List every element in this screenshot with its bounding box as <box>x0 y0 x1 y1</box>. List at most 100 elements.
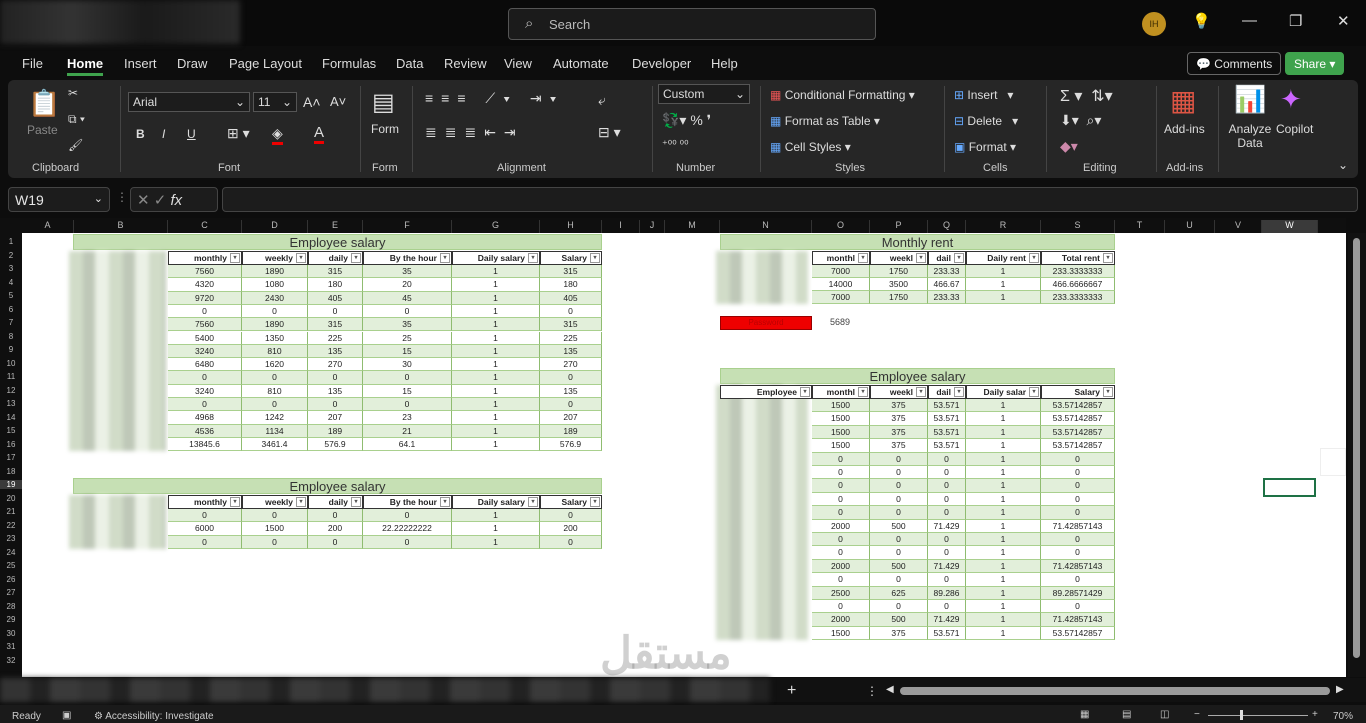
table-cell[interactable]: 89.28571429 <box>1041 586 1115 600</box>
vertical-align-icons[interactable]: ≡≡≡ ⟋▾ ⇥▾ <box>425 90 564 107</box>
table-cell[interactable]: 71.42857143 <box>1041 613 1115 627</box>
column-header-b[interactable]: B <box>74 220 168 233</box>
column-filter-header[interactable]: Total rent ▾ <box>1041 251 1115 265</box>
row-header-13[interactable]: 13 <box>0 399 22 408</box>
table-cell[interactable]: 1 <box>966 573 1041 587</box>
tab-page-layout[interactable]: Page Layout <box>229 56 302 71</box>
table-cell[interactable]: 1500 <box>812 439 870 453</box>
table-cell[interactable]: 7560 <box>168 265 242 279</box>
table-cell[interactable]: 7000 <box>812 291 870 304</box>
row-header-31[interactable]: 31 <box>0 642 22 651</box>
table-cell[interactable]: 1350 <box>242 331 308 345</box>
table-cell[interactable]: 0 <box>363 535 452 549</box>
fill-color-icon[interactable]: ◈ <box>272 125 283 145</box>
table-cell[interactable]: 0 <box>870 600 928 614</box>
table-cell[interactable]: 21 <box>363 424 452 438</box>
table-cell[interactable]: 1 <box>452 278 540 292</box>
table-cell[interactable]: 0 <box>812 466 870 480</box>
filter-dropdown-icon[interactable]: ▾ <box>590 497 600 507</box>
table-cell[interactable]: 0 <box>168 509 242 523</box>
format-painter-icon[interactable]: 🖌 <box>68 138 83 152</box>
tab-file[interactable]: File <box>22 56 43 71</box>
page-layout-icon[interactable]: ▤ <box>1122 709 1131 720</box>
filter-dropdown-icon[interactable]: ▾ <box>296 497 306 507</box>
italic-button[interactable]: I <box>162 127 165 141</box>
font-family-select[interactable]: Arial ⌄ <box>128 92 250 112</box>
share-button[interactable]: Share ▾ <box>1285 52 1345 75</box>
table-cell[interactable]: 500 <box>870 613 928 627</box>
format-cells-button[interactable]: ▣ Format ▾ <box>954 140 1016 154</box>
table-cell[interactable]: 233.33 <box>928 291 966 304</box>
table-cell[interactable]: 1242 <box>242 411 308 425</box>
table-cell[interactable]: 1 <box>966 492 1041 507</box>
table-cell[interactable]: 53.57142857 <box>1041 412 1115 426</box>
column-filter-header[interactable]: weekl ▾ <box>870 385 928 399</box>
row-header-8[interactable]: 8 <box>0 332 22 341</box>
column-header-c[interactable]: C <box>168 220 242 233</box>
table-cell[interactable]: 0 <box>812 452 870 466</box>
table-cell[interactable]: 53.571 <box>928 399 966 413</box>
table-cell[interactable]: 233.3333333 <box>1041 265 1115 278</box>
filter-dropdown-icon[interactable]: ▾ <box>954 253 964 263</box>
table-cell[interactable]: 71.429 <box>928 559 966 574</box>
analyze-data-icon[interactable]: 📊 <box>1234 84 1266 115</box>
copilot-icon[interactable]: ✦ <box>1280 84 1302 115</box>
table-cell[interactable]: 0 <box>363 371 452 385</box>
column-header-f[interactable]: F <box>363 220 452 233</box>
column-header-j[interactable]: J <box>640 220 665 233</box>
row-header-25[interactable]: 25 <box>0 561 22 570</box>
column-filter-header[interactable]: monthly ▾ <box>168 495 242 509</box>
maximize-button[interactable]: ❐ <box>1289 12 1302 30</box>
table-cell[interactable]: 225 <box>308 331 363 345</box>
row-header-5[interactable]: 5 <box>0 291 22 300</box>
table-cell[interactable]: 15 <box>363 344 452 359</box>
filter-dropdown-icon[interactable]: ▾ <box>858 253 868 263</box>
filter-dropdown-icon[interactable]: ▾ <box>1029 253 1039 263</box>
normal-view-icon[interactable]: ▦ <box>1080 709 1089 720</box>
scroll-left-icon[interactable]: ◀ <box>886 684 894 695</box>
table-cell[interactable]: 4536 <box>168 424 242 438</box>
column-filter-header[interactable]: weekly ▾ <box>242 495 308 509</box>
table-cell[interactable]: 3240 <box>168 384 242 398</box>
table-cell[interactable]: 135 <box>540 344 602 359</box>
column-filter-header[interactable]: Salary ▾ <box>540 251 602 265</box>
cut-icon[interactable]: ✂ <box>68 86 78 100</box>
table-cell[interactable]: 315 <box>308 318 363 332</box>
row-header-6[interactable]: 6 <box>0 305 22 314</box>
delete-cells-button[interactable]: ⊟ Delete ▾ <box>954 114 1018 128</box>
table-cell[interactable]: 0 <box>308 509 363 523</box>
table-cell[interactable]: 0 <box>812 533 870 547</box>
column-header-v[interactable]: V <box>1215 220 1262 233</box>
table-cell[interactable]: 20 <box>363 278 452 292</box>
table-cell[interactable]: 135 <box>540 384 602 398</box>
table-cell[interactable]: 1500 <box>812 399 870 413</box>
row-header-7[interactable]: 7 <box>0 318 22 327</box>
table-cell[interactable]: 0 <box>242 304 308 319</box>
row-header-1[interactable]: 1 <box>0 237 22 246</box>
column-header-r[interactable]: R <box>966 220 1041 233</box>
minimize-button[interactable]: — <box>1242 12 1257 29</box>
table-cell[interactable]: 1 <box>966 466 1041 480</box>
table-cell[interactable]: 7000 <box>812 265 870 278</box>
macro-icon[interactable]: ▣ <box>62 710 71 721</box>
table-cell[interactable]: 9720 <box>168 291 242 305</box>
table-cell[interactable]: 1620 <box>242 358 308 372</box>
table-cell[interactable]: 375 <box>870 412 928 426</box>
table-cell[interactable]: 315 <box>540 318 602 332</box>
tab-options-icon[interactable]: ⋮ <box>866 684 878 698</box>
table-cell[interactable]: 0 <box>540 535 602 549</box>
table-cell[interactable]: 1890 <box>242 318 308 332</box>
number-format-select[interactable]: Custom ⌄ <box>658 84 750 104</box>
table-cell[interactable]: 0 <box>1041 600 1115 614</box>
table-cell[interactable]: 25 <box>363 331 452 345</box>
table-cell[interactable]: 0 <box>168 304 242 319</box>
table-cell[interactable]: 1 <box>966 626 1041 641</box>
row-header-29[interactable]: 29 <box>0 615 22 624</box>
table-cell[interactable]: 0 <box>1041 466 1115 480</box>
comments-button[interactable]: 💬 Comments <box>1187 52 1282 75</box>
column-filter-header[interactable]: monthl ▾ <box>812 251 870 265</box>
filter-dropdown-icon[interactable]: ▾ <box>528 253 538 263</box>
column-filter-header[interactable]: Daily salar ▾ <box>966 385 1041 399</box>
table-cell[interactable]: 135 <box>308 344 363 359</box>
row-header-23[interactable]: 23 <box>0 534 22 543</box>
